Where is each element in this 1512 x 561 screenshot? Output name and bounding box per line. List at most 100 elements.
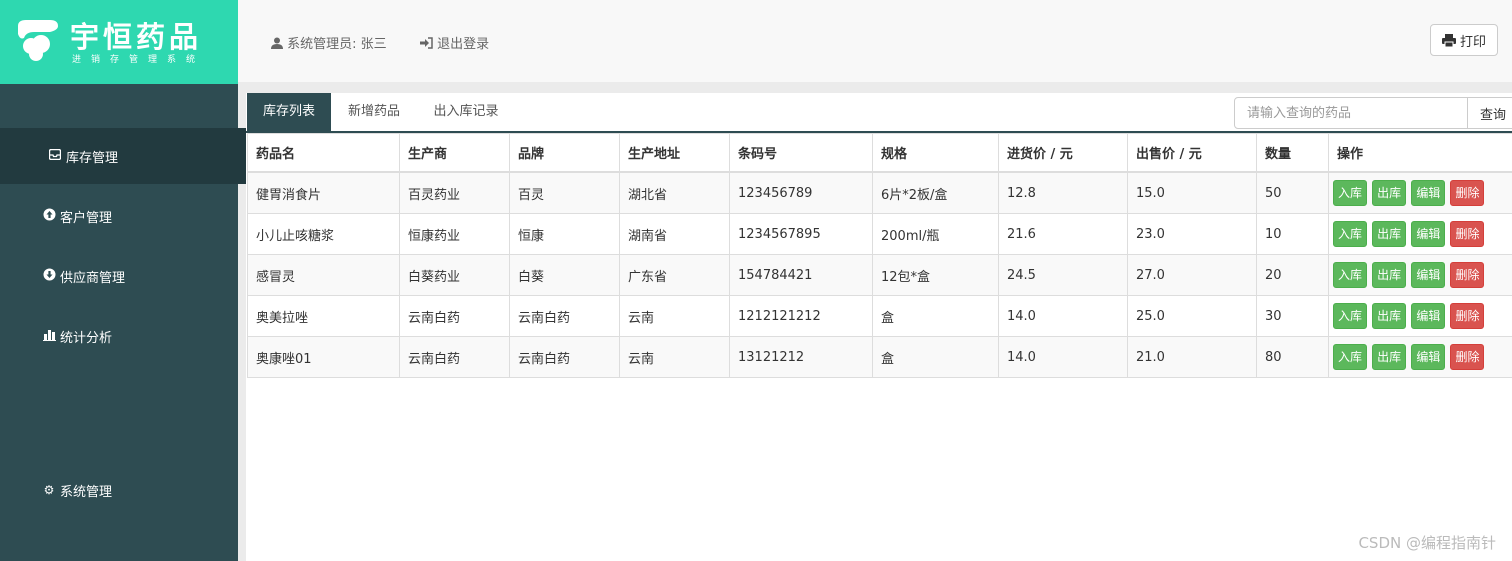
stock-out-button[interactable]: 出库	[1372, 303, 1407, 329]
stock-in-button[interactable]: 入库	[1333, 303, 1368, 329]
spec: 6片*2板/盒	[872, 171, 999, 214]
user-label: 系统管理员: 张三	[287, 37, 387, 52]
table-row: 奥美拉唑 云南白药 云南白药 云南 1212121212 盒 14.0 25.0…	[247, 295, 1512, 337]
column-header: 品牌	[509, 133, 620, 173]
actions-cell: 入库 出库 编辑 删除	[1328, 295, 1512, 337]
actions-cell: 入库 出库 编辑 删除	[1328, 254, 1512, 296]
table-row: 小儿止咳糖浆 恒康药业 恒康 湖南省 1234567895 200ml/瓶 21…	[247, 213, 1512, 255]
sidebar-item-label: 供应商管理	[60, 270, 126, 286]
user-icon	[271, 37, 283, 49]
sale-price: 27.0	[1127, 254, 1257, 296]
stock-in-button[interactable]: 入库	[1333, 221, 1368, 247]
stock-out-button[interactable]: 出库	[1372, 221, 1407, 247]
sidebar-item-label: 系统管理	[60, 484, 113, 500]
manufacturer: 白葵药业	[399, 254, 510, 296]
current-user[interactable]: 系统管理员: 张三	[271, 33, 387, 52]
print-button[interactable]: 打印	[1430, 24, 1498, 56]
address: 云南	[619, 295, 730, 337]
stock-out-button[interactable]: 出库	[1372, 180, 1407, 206]
brand: 恒康	[509, 213, 620, 255]
sidebar-item-suppliers[interactable]: 供应商管理	[0, 248, 280, 304]
quantity: 20	[1256, 254, 1329, 296]
table-row: 感冒灵 白葵药业 白葵 广东省 154784421 12包*盒 24.5 27.…	[247, 254, 1512, 296]
delete-button[interactable]: 删除	[1450, 303, 1485, 329]
sale-price: 15.0	[1127, 171, 1257, 214]
barcode: 13121212	[729, 336, 873, 378]
spec: 200ml/瓶	[872, 213, 999, 255]
inventory-table: 药品名 生产商 品牌 生产地址 条码号 规格 进货价 / 元 出售价 / 元 数…	[247, 133, 1512, 378]
manufacturer: 云南白药	[399, 295, 510, 337]
search-button[interactable]: 查询	[1468, 97, 1512, 129]
tab-bar: 库存列表 新增药品 出入库记录 查询	[246, 93, 1512, 133]
delete-button[interactable]: 删除	[1450, 221, 1485, 247]
address: 广东省	[619, 254, 730, 296]
search-input[interactable]	[1234, 97, 1468, 129]
print-label: 打印	[1459, 34, 1486, 50]
circle-arrow-down-icon	[42, 268, 56, 284]
column-header: 操作	[1328, 133, 1512, 173]
printer-icon	[1441, 33, 1456, 47]
address: 湖南省	[619, 213, 730, 255]
sale-price: 25.0	[1127, 295, 1257, 337]
circle-arrow-up-icon	[42, 208, 56, 224]
column-header: 出售价 / 元	[1127, 133, 1257, 173]
manufacturer: 恒康药业	[399, 213, 510, 255]
medicine-name: 健胃消食片	[247, 171, 400, 214]
brand: 云南白药	[509, 336, 620, 378]
gear-icon: ⚙	[43, 483, 55, 497]
medicine-name: 小儿止咳糖浆	[247, 213, 400, 255]
edit-button[interactable]: 编辑	[1411, 221, 1446, 247]
stock-in-button[interactable]: 入库	[1333, 262, 1368, 288]
actions-cell: 入库 出库 编辑 删除	[1328, 171, 1512, 214]
brand: 百灵	[509, 171, 620, 214]
column-header: 规格	[872, 133, 999, 173]
actions-cell: 入库 出库 编辑 删除	[1328, 213, 1512, 255]
edit-button[interactable]: 编辑	[1411, 303, 1446, 329]
column-header: 条码号	[729, 133, 873, 173]
medicine-name: 奥美拉唑	[247, 295, 400, 337]
edit-button[interactable]: 编辑	[1411, 180, 1446, 206]
column-header: 数量	[1256, 133, 1329, 173]
sidebar-item-system[interactable]: ⚙ 系统管理	[0, 462, 280, 518]
brand: 云南白药	[509, 295, 620, 337]
inbox-icon	[48, 148, 62, 163]
barcode: 1234567895	[729, 213, 873, 255]
tab-stock-records[interactable]: 出入库记录	[417, 93, 515, 131]
stock-in-button[interactable]: 入库	[1333, 180, 1368, 206]
purchase-price: 21.6	[998, 213, 1128, 255]
delete-button[interactable]: 删除	[1450, 344, 1485, 370]
sidebar-item-inventory[interactable]: 库存管理	[0, 128, 286, 184]
brand: 白葵	[509, 254, 620, 296]
quantity: 30	[1256, 295, 1329, 337]
tab-inventory-list[interactable]: 库存列表	[247, 93, 331, 131]
medicine-name: 感冒灵	[247, 254, 400, 296]
delete-button[interactable]: 删除	[1450, 262, 1485, 288]
barcode: 154784421	[729, 254, 873, 296]
delete-button[interactable]: 删除	[1450, 180, 1485, 206]
bar-chart-icon	[42, 329, 56, 344]
sidebar-item-customers[interactable]: 客户管理	[0, 188, 280, 244]
address: 云南	[619, 336, 730, 378]
brand-logo: 宇恒药品 进销存管理系统	[0, 0, 238, 84]
quantity: 80	[1256, 336, 1329, 378]
purchase-price: 24.5	[998, 254, 1128, 296]
sidebar-item-label: 客户管理	[60, 210, 113, 226]
sale-price: 21.0	[1127, 336, 1257, 378]
address: 湖北省	[619, 171, 730, 214]
edit-button[interactable]: 编辑	[1411, 344, 1446, 370]
purchase-price: 12.8	[998, 171, 1128, 214]
stock-out-button[interactable]: 出库	[1372, 344, 1407, 370]
manufacturer: 百灵药业	[399, 171, 510, 214]
sidebar-item-statistics[interactable]: 统计分析	[0, 308, 280, 364]
table-header-row: 药品名 生产商 品牌 生产地址 条码号 规格 进货价 / 元 出售价 / 元 数…	[247, 133, 1512, 173]
manufacturer: 云南白药	[399, 336, 510, 378]
tab-add-medicine[interactable]: 新增药品	[331, 93, 417, 131]
logo-icon	[18, 20, 58, 61]
brand-title: 宇恒药品	[70, 20, 203, 54]
main-panel: 库存列表 新增药品 出入库记录 查询 药品名 生产商 品牌 生产地址 条码号 规…	[246, 93, 1512, 561]
stock-in-button[interactable]: 入库	[1333, 344, 1368, 370]
edit-button[interactable]: 编辑	[1411, 262, 1446, 288]
stock-out-button[interactable]: 出库	[1372, 262, 1407, 288]
logout-link[interactable]: 退出登录	[420, 33, 489, 52]
table-row: 奥康唑01 云南白药 云南白药 云南 13121212 盒 14.0 21.0 …	[247, 336, 1512, 378]
